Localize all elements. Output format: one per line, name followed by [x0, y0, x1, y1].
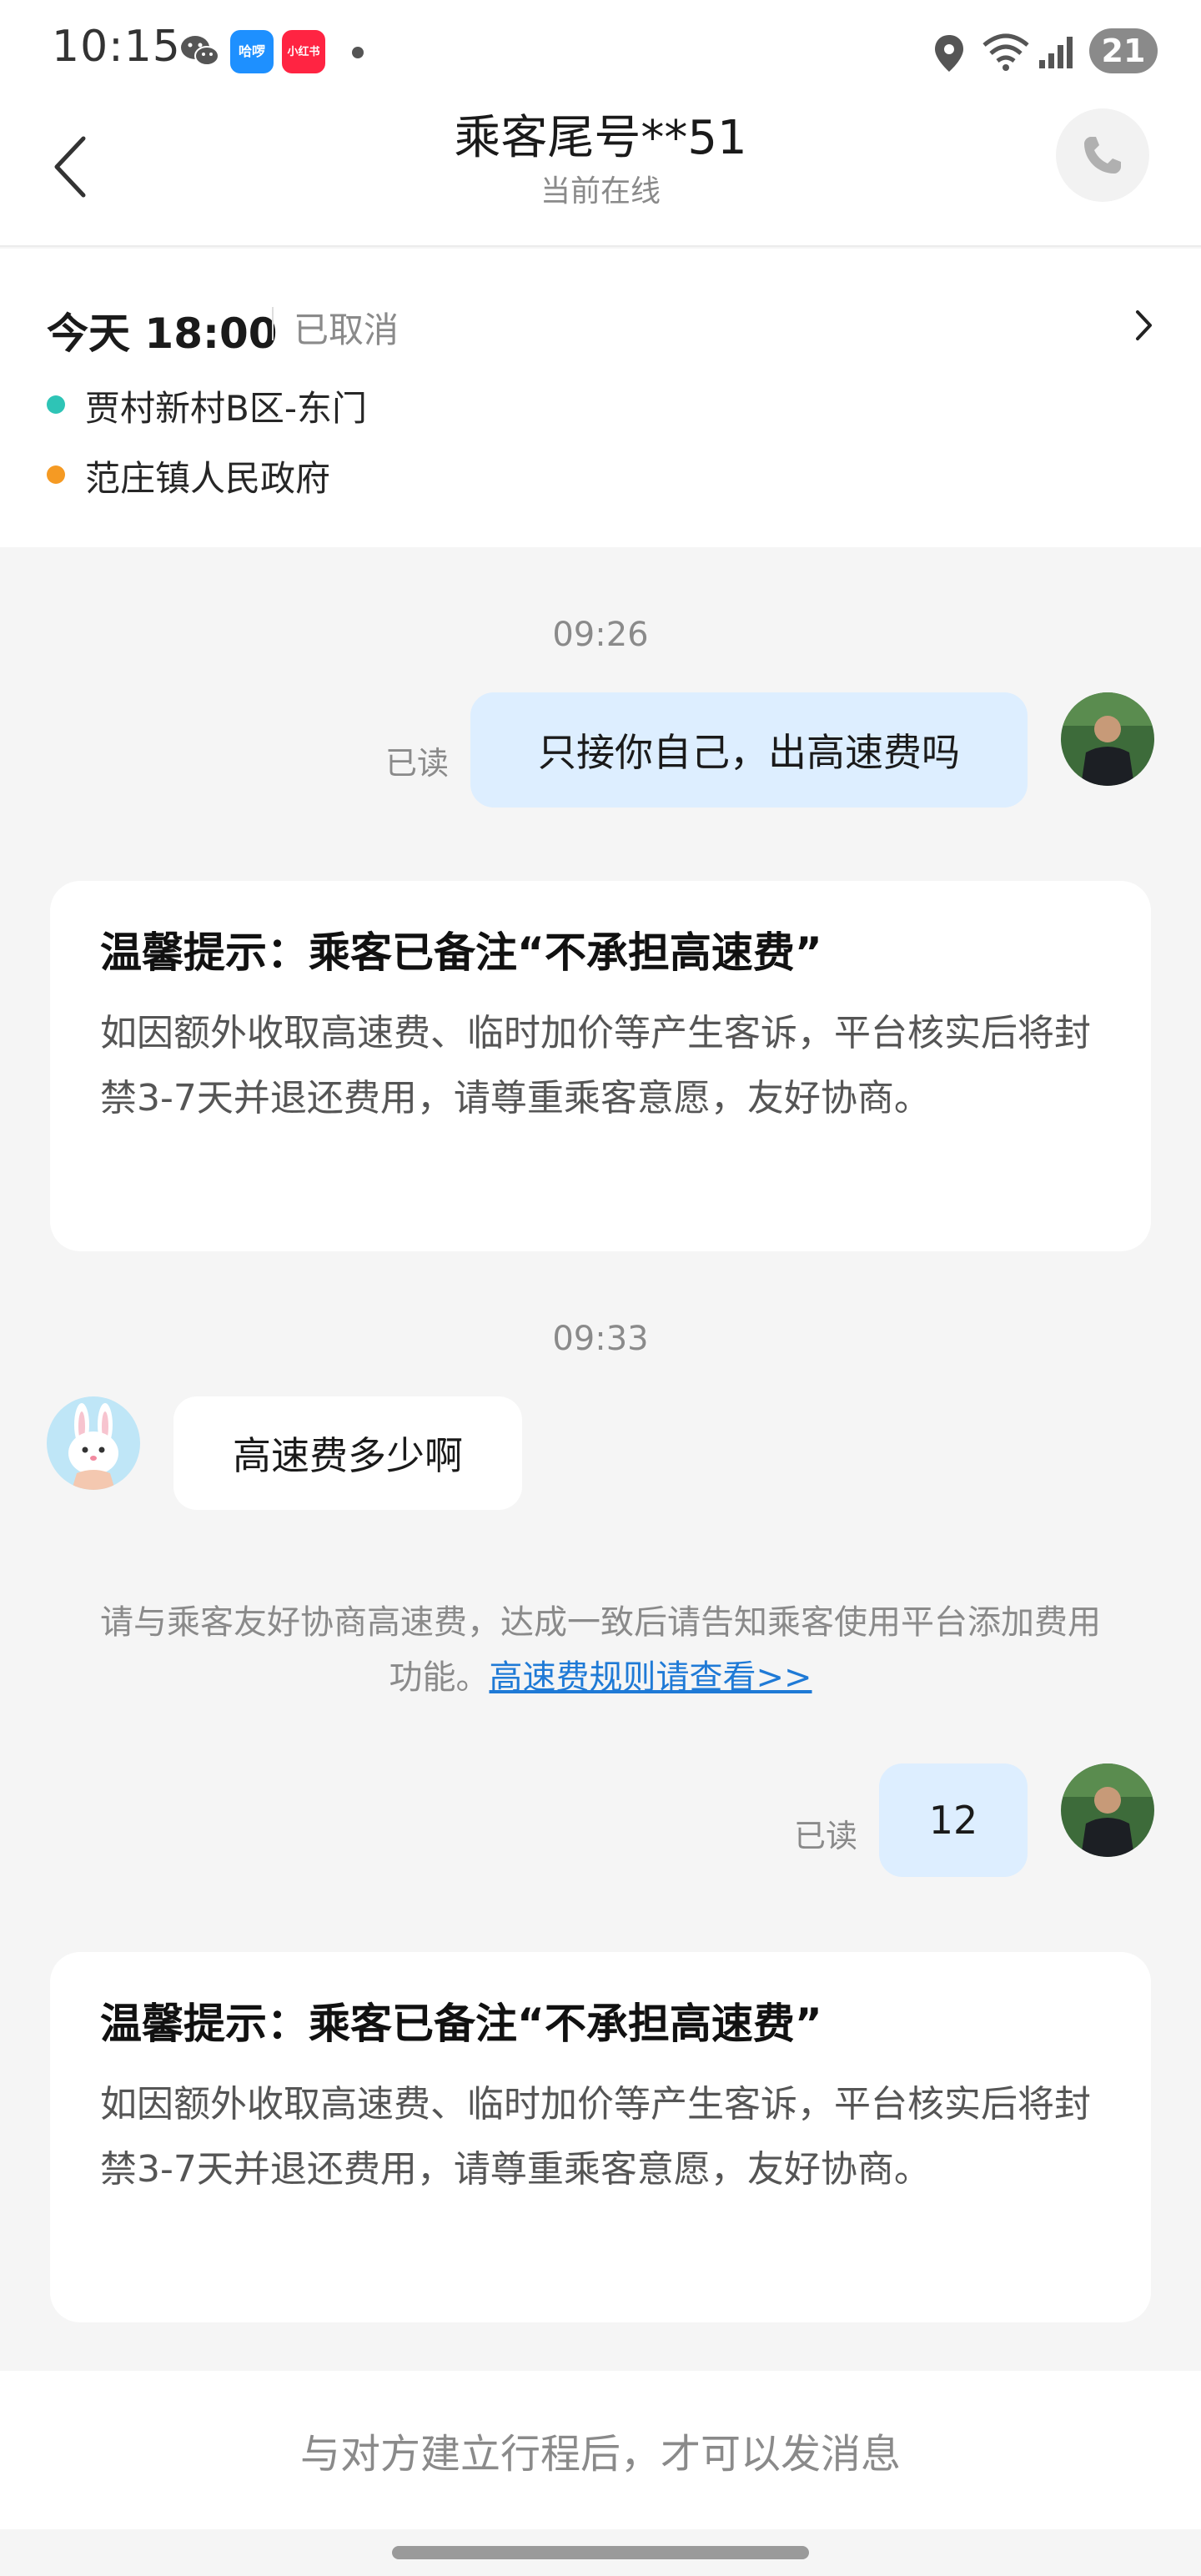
hellobike-icon: 哈啰 [230, 30, 274, 73]
home-indicator[interactable] [392, 2546, 809, 2559]
passenger-avatar[interactable] [47, 1396, 140, 1490]
notification-dot-icon [352, 47, 364, 58]
status-bar: 10:15 哈啰 小红书 21 [0, 0, 1201, 100]
battery-indicator: 21 [1089, 28, 1158, 73]
origin-address: 贾村新村B区-东门 [85, 388, 367, 429]
warm-tip-title: 温馨提示：乘客已备注“不承担高速费” [100, 928, 822, 977]
signal-icon [1038, 33, 1076, 73]
call-button[interactable] [1056, 108, 1149, 202]
warm-tip-card: 温馨提示：乘客已备注“不承担高速费” 如因额外收取高速费、临时加价等产生客诉，平… [50, 1952, 1151, 2322]
location-icon [932, 33, 966, 77]
my-message-bubble[interactable]: 只接你自己，出高速费吗 [470, 692, 1028, 808]
toll-rules-link[interactable]: 高速费规则请查看>> [489, 1658, 812, 1697]
origin-dot-icon [47, 395, 65, 414]
chevron-left-icon [54, 136, 86, 198]
read-receipt: 已读 [794, 1818, 858, 1854]
read-receipt: 已读 [385, 745, 450, 782]
my-avatar[interactable] [1061, 692, 1154, 786]
trip-status: 已取消 [294, 309, 399, 350]
destination-address: 范庄镇人民政府 [85, 458, 331, 499]
trip-card[interactable]: 今天 18:00 已取消 贾村新村B区-东门 范庄镇人民政府 [0, 249, 1201, 547]
chat-header: 乘客尾号**51 当前在线 [0, 100, 1201, 247]
trip-time: 今天 18:00 [47, 309, 278, 358]
timestamp: 09:33 [552, 1320, 649, 1358]
system-tip: 请与乘客友好协商高速费，达成一致后请告知乘客使用平台添加费用功能。高速费规则请查… [100, 1595, 1101, 1705]
divider [272, 307, 274, 340]
online-status: 当前在线 [540, 174, 661, 209]
status-time: 10:15 [52, 22, 181, 72]
passenger-message-bubble[interactable]: 高速费多少啊 [173, 1396, 522, 1510]
warm-tip-card: 温馨提示：乘客已备注“不承担高速费” 如因额外收取高速费、临时加价等产生客诉，平… [50, 881, 1151, 1251]
chevron-right-icon[interactable] [1128, 300, 1161, 350]
wifi-icon [981, 32, 1031, 75]
warm-tip-title: 温馨提示：乘客已备注“不承担高速费” [100, 2000, 822, 2048]
back-button[interactable] [37, 117, 103, 217]
destination-dot-icon [47, 465, 65, 484]
phone-icon [1084, 137, 1121, 174]
timestamp: 09:26 [552, 616, 649, 654]
message-input-disabled-hint: 与对方建立行程后，才可以发消息 [0, 2371, 1201, 2529]
page-title: 乘客尾号**51 [454, 111, 747, 165]
warm-tip-body: 如因额外收取高速费、临时加价等产生客诉，平台核实后将封禁3-7天并退还费用，请尊… [100, 2083, 1091, 2191]
xiaohongshu-icon: 小红书 [282, 30, 325, 73]
my-avatar[interactable] [1061, 1763, 1154, 1857]
warm-tip-body: 如因额外收取高速费、临时加价等产生客诉，平台核实后将封禁3-7天并退还费用，请尊… [100, 1012, 1091, 1119]
my-message-bubble[interactable]: 12 [879, 1763, 1028, 1877]
wechat-icon [178, 30, 222, 73]
